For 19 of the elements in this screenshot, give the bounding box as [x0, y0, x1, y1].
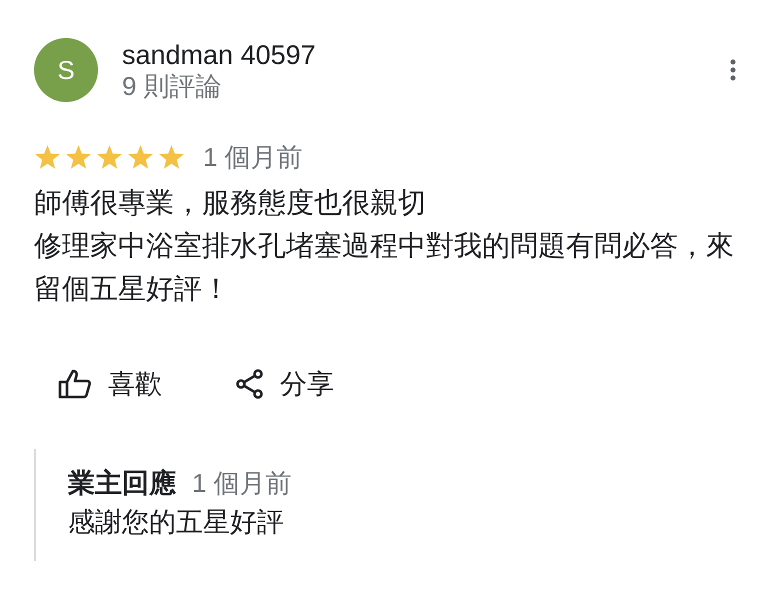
star-icon — [65, 144, 92, 170]
avatar: S — [34, 38, 98, 102]
star-icon — [34, 144, 61, 170]
share-icon — [236, 369, 264, 400]
star-icon — [96, 144, 123, 170]
reply-time: 1 個月前 — [192, 466, 292, 500]
review-time: 1 個月前 — [203, 141, 303, 174]
review-count: 9 則評論 — [122, 71, 223, 101]
review-text: 師傅很專業，服務態度也很親切 — [34, 186, 427, 220]
reviewer-name: sandman 40597 — [122, 39, 317, 71]
reply-title: 業主回應 — [68, 466, 176, 500]
more-icon — [730, 58, 736, 81]
share-button[interactable]: 分享 — [236, 364, 334, 404]
like-button[interactable]: 喜歡 — [58, 364, 162, 404]
reply-text: 感謝您的五星好評 — [68, 506, 285, 539]
star-icon — [127, 144, 154, 170]
review-text: 修理家中浴室排水孔堵塞過程中對我的問題有問必答，來留個五星好評！ — [34, 229, 735, 306]
star-icon — [158, 144, 185, 170]
thumbs-up-icon — [58, 369, 92, 400]
